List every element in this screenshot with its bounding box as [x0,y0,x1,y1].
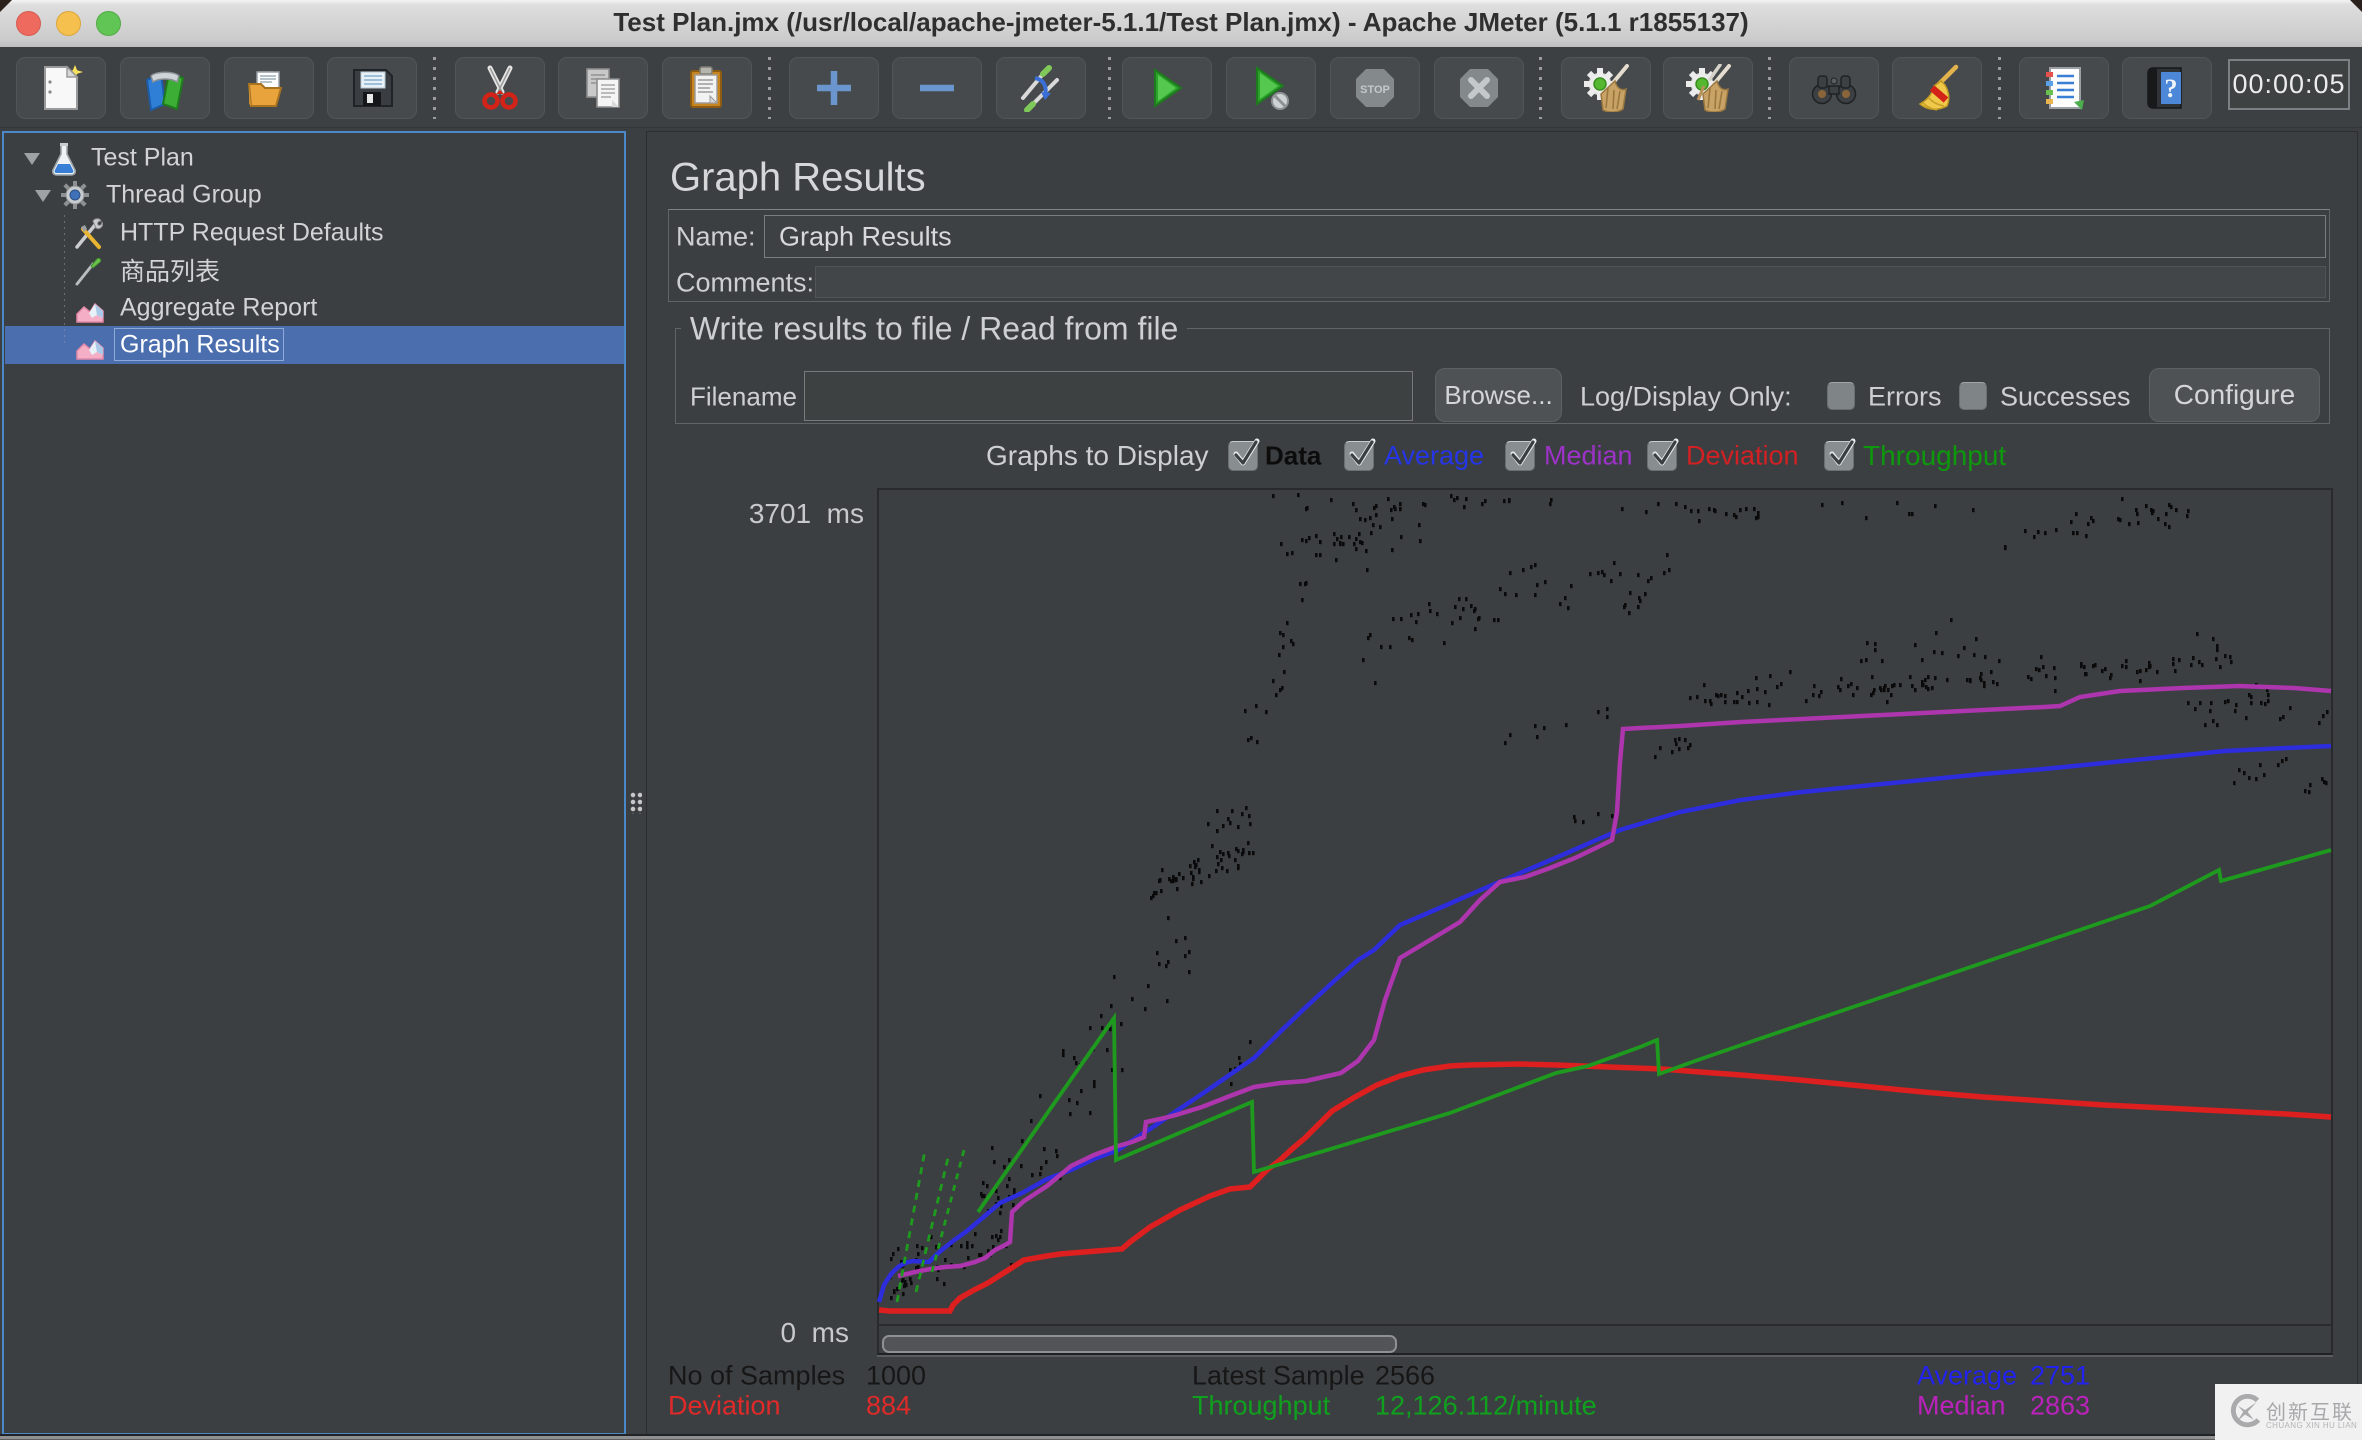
svg-text:STOP: STOP [1360,84,1390,96]
svg-text:?: ? [2165,74,2178,103]
